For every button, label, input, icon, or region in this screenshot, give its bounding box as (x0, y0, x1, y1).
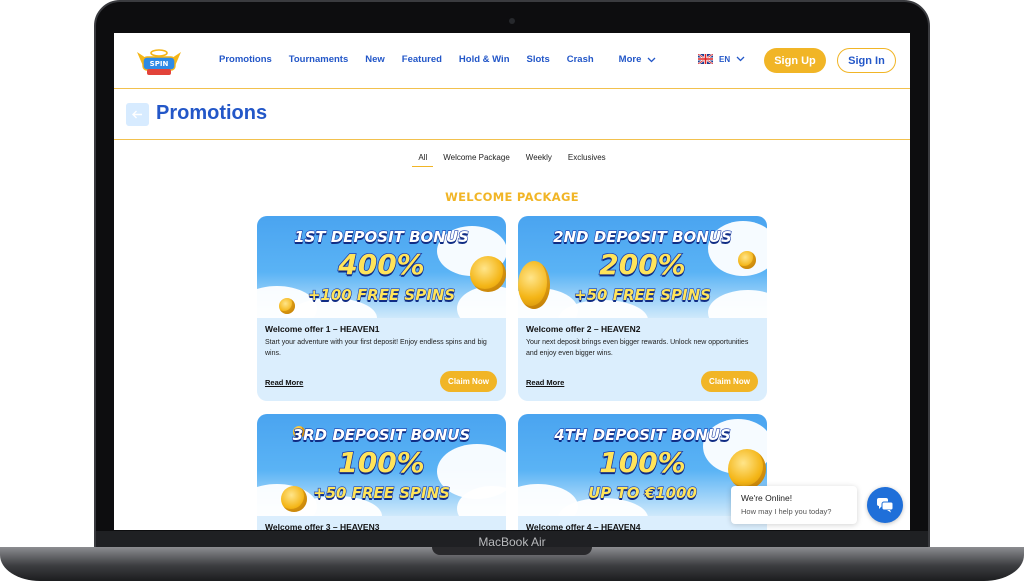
spin-heaven-logo[interactable]: SPIN (134, 44, 184, 78)
promo-banner[interactable]: 1ST DEPOSIT BONUS 400% +100 FREE SPINS (257, 216, 506, 318)
card-title: Welcome offer 4 – HEAVEN4 (526, 522, 641, 530)
nav-new[interactable]: New (365, 54, 385, 65)
chevron-down-icon (647, 57, 656, 62)
section-title: WELCOME PACKAGE (445, 190, 579, 204)
tab-weekly[interactable]: Weekly (520, 153, 558, 167)
nav-hold-and-win[interactable]: Hold & Win (459, 54, 510, 65)
promo-card: 1ST DEPOSIT BONUS 400% +100 FREE SPINS W… (257, 216, 506, 401)
read-more-link[interactable]: Read More (265, 378, 303, 387)
chat-launcher-button[interactable] (867, 487, 903, 523)
nav-tournaments[interactable]: Tournaments (289, 54, 348, 65)
card-title: Welcome offer 1 – HEAVEN1 (265, 324, 380, 334)
chat-greeting[interactable]: We're Online! How may I help you today? (731, 486, 857, 524)
promo-card: 2ND DEPOSIT BONUS 200% +50 FREE SPINS We… (518, 216, 767, 401)
nav-featured[interactable]: Featured (402, 54, 442, 65)
sign-in-button[interactable]: Sign In (837, 48, 896, 73)
back-button[interactable] (126, 103, 149, 126)
promo-banner[interactable]: 2ND DEPOSIT BONUS 200% +50 FREE SPINS (518, 216, 767, 318)
chevron-down-icon (736, 56, 745, 62)
language-code: EN (719, 54, 731, 64)
chat-icon (877, 498, 894, 513)
main-nav: Promotions Tournaments New Featured Hold… (219, 54, 673, 65)
camera-icon (509, 18, 515, 24)
nav-promotions[interactable]: Promotions (219, 54, 272, 65)
banner-heading: 2ND DEPOSIT BONUS (553, 227, 733, 246)
claim-now-button[interactable]: Claim Now (440, 371, 497, 392)
nav-crash[interactable]: Crash (567, 54, 594, 65)
browser-screen: SPIN Promotions Tournaments New Featured… (114, 33, 910, 530)
promo-filter-tabs: All Welcome Package Weekly Exclusives (114, 153, 910, 167)
banner-percent: 100% (598, 445, 686, 480)
chat-title: We're Online! (741, 493, 793, 503)
site-header: SPIN Promotions Tournaments New Featured… (114, 33, 910, 89)
banner-extra: UP TO €1000 (587, 483, 697, 502)
page-title-bar: Promotions (114, 90, 910, 140)
language-selector[interactable]: EN (698, 54, 745, 64)
tab-welcome-package[interactable]: Welcome Package (437, 153, 516, 167)
sign-up-button[interactable]: Sign Up (764, 48, 826, 73)
promo-banner[interactable]: 4TH DEPOSIT BONUS 100% UP TO €1000 (518, 414, 767, 516)
uk-flag-icon (698, 54, 713, 64)
read-more-link[interactable]: Read More (526, 378, 564, 387)
tab-all[interactable]: All (412, 153, 434, 167)
banner-percent: 200% (598, 247, 686, 282)
banner-percent: 100% (337, 445, 425, 480)
banner-heading: 3RD DEPOSIT BONUS (292, 425, 471, 444)
arrow-left-icon (132, 110, 142, 119)
page-title: Promotions (156, 102, 268, 124)
banner-percent: 400% (337, 247, 425, 282)
banner-extra: +100 FREE SPINS (307, 285, 456, 304)
card-description: Your next deposit brings even bigger rew… (526, 339, 749, 357)
banner-heading: 1ST DEPOSIT BONUS (294, 227, 470, 246)
laptop-frame: SPIN Promotions Tournaments New Featured… (0, 0, 1024, 588)
chat-subtitle: How may I help you today? (741, 507, 832, 516)
promo-card: 3RD DEPOSIT BONUS 100% +50 FREE SPINS We… (257, 414, 506, 530)
banner-extra: +50 FREE SPINS (312, 483, 450, 502)
card-description: Start your adventure with your first dep… (265, 339, 487, 357)
nav-more[interactable]: More (619, 54, 657, 65)
nav-more-label: More (618, 54, 642, 65)
banner-extra: +50 FREE SPINS (573, 285, 711, 304)
card-title: Welcome offer 2 – HEAVEN2 (526, 324, 641, 334)
banner-heading: 4TH DEPOSIT BONUS (554, 425, 732, 444)
promo-card: 4TH DEPOSIT BONUS 100% UP TO €1000 Welco… (518, 414, 767, 530)
laptop-notch (432, 547, 592, 555)
tab-exclusives[interactable]: Exclusives (562, 153, 612, 167)
svg-text:SPIN: SPIN (150, 60, 169, 68)
promo-banner[interactable]: 3RD DEPOSIT BONUS 100% +50 FREE SPINS (257, 414, 506, 516)
card-title: Welcome offer 3 – HEAVEN3 (265, 522, 380, 530)
claim-now-button[interactable]: Claim Now (701, 371, 758, 392)
nav-slots[interactable]: Slots (527, 54, 550, 65)
